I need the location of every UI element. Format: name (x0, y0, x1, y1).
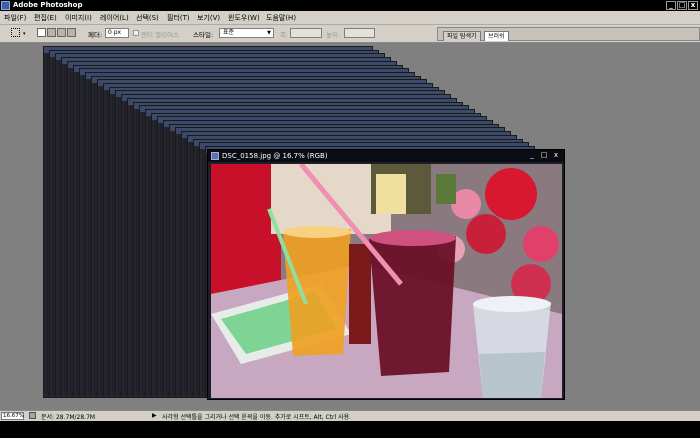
status-hint: 사각형 선택틀을 그리거나 선택 윤곽을 이동. 추가로 시프트, Alt, C… (162, 414, 352, 421)
document-title-bar[interactable]: DSC_0158.jpg @ 16.7% (RGB) _ □ x (208, 150, 564, 162)
document-window[interactable]: DSC_0158.jpg @ 16.7% (RGB) _ □ x (207, 149, 565, 400)
doc-size: 문서: 28.7M/28.7M (41, 414, 96, 421)
document-info-icon (29, 412, 36, 419)
document-close-button[interactable]: x (551, 151, 561, 160)
document-canvas[interactable] (211, 164, 562, 398)
document-icon (211, 152, 219, 160)
document-title: DSC_0158.jpg @ 16.7% (RGB) (222, 152, 328, 160)
document-window-controls: _ □ x (527, 151, 561, 160)
zoom-field[interactable]: 16.67% (1, 412, 24, 420)
status-arrow-icon[interactable]: ▶ (152, 412, 157, 419)
document-maximize-button[interactable]: □ (539, 151, 549, 160)
photo-drinks-and-flowers (211, 164, 562, 398)
document-minimize-button[interactable]: _ (527, 151, 537, 160)
taskbar-area (0, 421, 700, 438)
status-bar: 16.67% 문서: 28.7M/28.7M ▶ 사각형 선택틀을 그리거나 선… (0, 410, 700, 421)
